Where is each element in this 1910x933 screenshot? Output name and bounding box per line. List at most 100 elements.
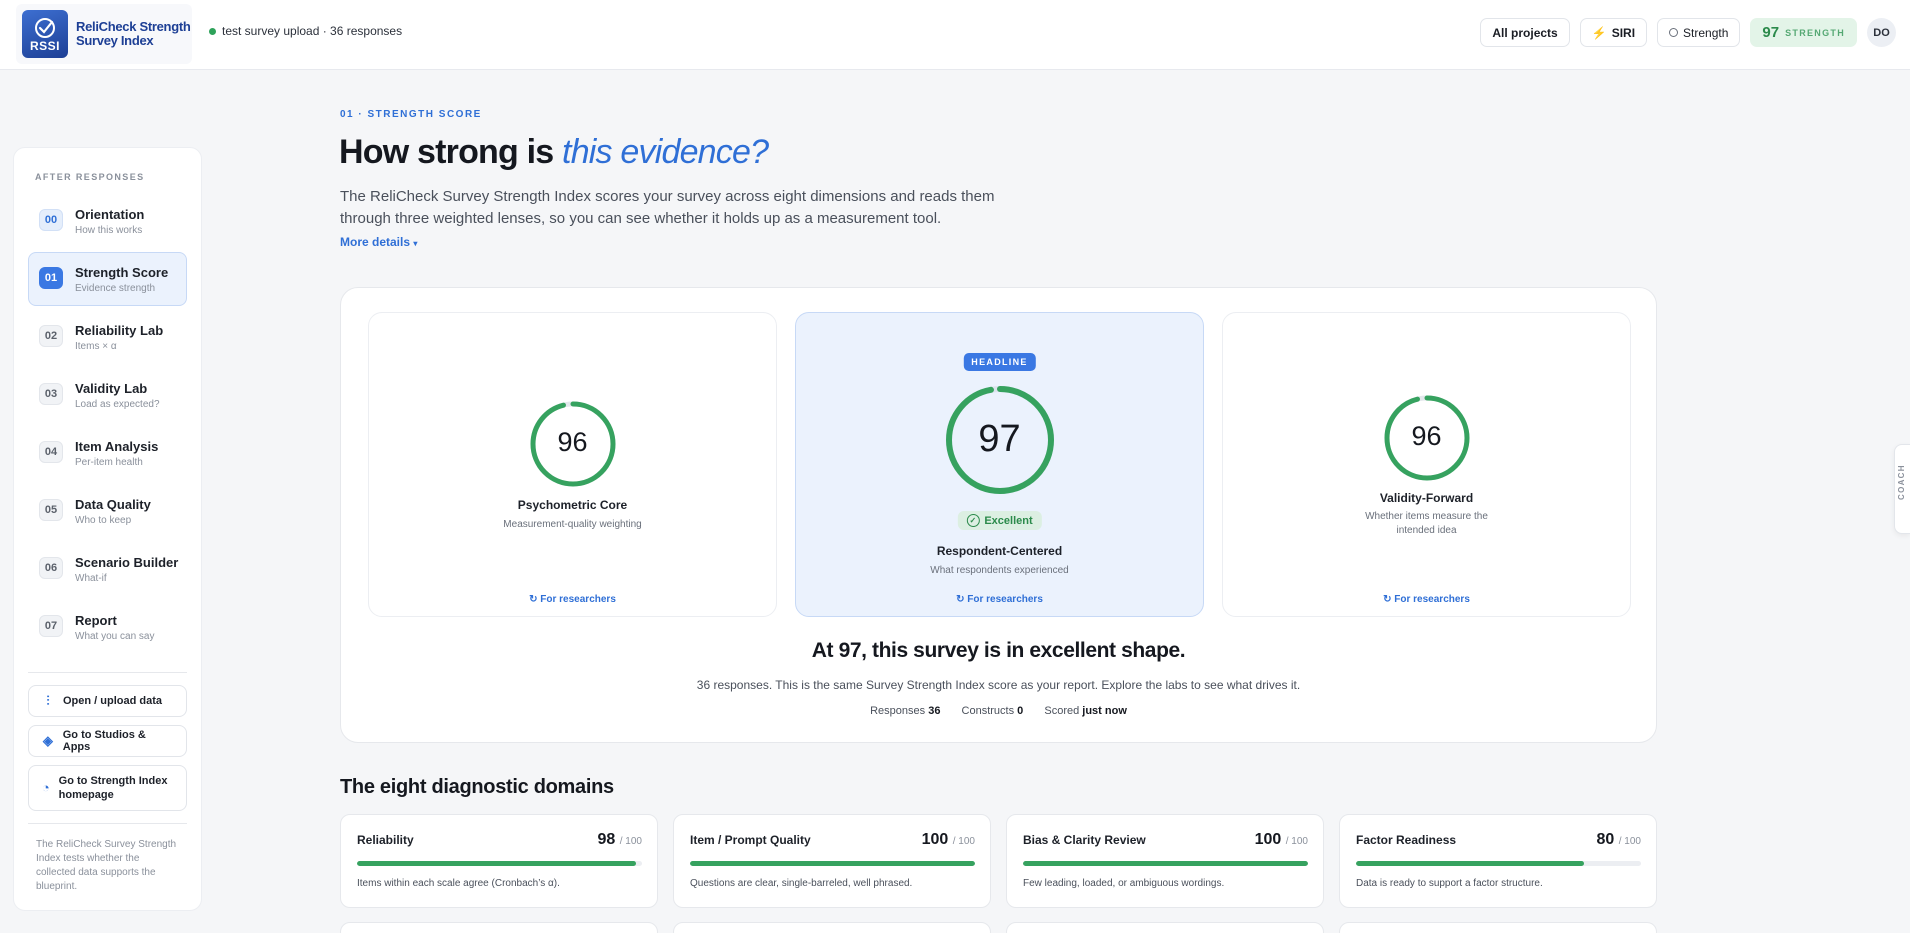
more-details-link[interactable]: More details ▾ [340,235,417,249]
sidebar-item-sub: What you can say [75,631,155,642]
verdict-title: At 97, this survey is in excellent shape… [811,639,1186,662]
sidebar-item-orientation[interactable]: 00 Orientation How this works [28,194,187,248]
step-number: 05 [39,499,63,521]
domain-card-next-row [340,922,658,933]
lens-card-respondent[interactable]: HEADLINE 97 ✓ Excellent Respondent-Center… [795,312,1204,617]
for-researchers-link[interactable]: ↻ For researchers [1223,594,1630,605]
score-gauge: 96 [1383,394,1471,482]
sidebar-item-scenario-builder[interactable]: 06 Scenario Builder What-if [28,542,187,596]
lightning-icon: ⚡ [1591,25,1607,40]
sidebar-item-label: Strength Score [75,265,169,280]
sidebar-item-strength-score[interactable]: 01 Strength Score Evidence strength [28,252,187,306]
sidebar: AFTER RESPONSES 00 Orientation How this wo… [13,147,202,911]
all-projects-button[interactable]: All projects [1480,18,1570,47]
domain-card[interactable]: Factor Readiness 80 / 100 Data is ready to… [1339,814,1657,908]
lens-title: Validity-Forward [1379,491,1474,505]
sidebar-nav: 00 Orientation How this works 01 Strength Sc… [28,194,187,654]
circle-icon [1669,28,1679,37]
domain-progress-fill [1356,861,1584,866]
lens-card-psychometric[interactable]: 96 Psychometric Core Measurement-quality… [368,312,777,617]
studios-apps-button[interactable]: ◈ Go to Studios & Apps [28,725,187,757]
lens-card-validity[interactable]: 96 Validity-Forward Whether items measur… [1222,312,1631,617]
sidebar-item-validity-lab[interactable]: 03 Validity Lab Load as expected? [28,368,187,422]
sidebar-item-sub: Who to keep [75,515,132,526]
page-title: How strong is this evidence? [339,133,769,171]
lens-subtitle: What respondents experienced [930,565,1069,576]
stat-constructs: Constructs 0 [961,705,1024,717]
sidebar-divider [28,672,187,673]
step-number: 00 [39,209,63,231]
domain-score: 100 / 100 [1254,831,1308,848]
score-stats: Responses 36 Constructs 0 Scored just no… [341,705,1656,717]
gauge-check-icon [35,17,55,38]
step-number: 03 [39,383,63,405]
for-researchers-link[interactable]: ↻ For researchers [369,594,776,605]
domain-card-next-row [673,922,991,933]
score-gauge: 96 [529,400,617,488]
gauge-icon: ◔ [41,780,50,795]
lens-title: Psychometric Core [517,498,628,512]
step-number: 01 [39,267,63,289]
layers-icon: ◈ [42,733,53,748]
strength-score-badge[interactable]: 97 STRENGTH [1750,18,1857,47]
verdict-subtitle: 36 responses. This is the same Survey St… [696,678,1301,692]
domain-card[interactable]: Item / Prompt Quality 100 / 100 Questions … [673,814,991,908]
sidebar-item-label: Orientation [75,207,145,222]
siri-button[interactable]: ⚡ SIRI [1579,18,1648,47]
sidebar-item-reliability-lab[interactable]: 02 Reliability Lab Items × α [28,310,187,364]
brand[interactable]: RSSI ReliCheck Strength Survey Index [16,4,192,64]
score-value: 97 [978,418,1021,460]
rating-badge: ✓ Excellent [957,511,1042,530]
section-eyebrow: 01 · STRENGTH SCORE [340,109,482,120]
sidebar-item-sub: Load as expected? [75,399,160,410]
score-gauge: 97 [944,384,1056,496]
score-value: 96 [557,427,588,457]
stat-responses: Responses 36 [870,705,941,717]
step-number: 04 [39,441,63,463]
domain-card[interactable]: Reliability 98 / 100 Items within each sca… [340,814,658,908]
domain-progress-bar [357,861,642,866]
step-number: 07 [39,615,63,637]
for-researchers-link[interactable]: ↻ For researchers [796,594,1203,605]
domain-progress-fill [690,861,975,866]
sidebar-item-item-analysis[interactable]: 04 Item Analysis Per-item health [28,426,187,480]
domain-name: Reliability [357,833,414,847]
lens-subtitle: Measurement-quality weighting [503,519,642,530]
coach-tab[interactable]: COACH [1894,444,1910,534]
open-upload-data-button[interactable]: ⫶ Open / upload data [28,685,187,717]
refresh-icon: ↻ [956,594,965,605]
sidebar-item-report[interactable]: 07 Report What you can say [28,600,187,654]
sidebar-item-label: Scenario Builder [75,555,179,570]
sidebar-item-sub: Evidence strength [75,283,156,294]
sidebar-item-sub: How this works [75,225,143,236]
strength-button[interactable]: Strength [1657,18,1741,47]
domain-name: Bias & Clarity Review [1023,833,1146,847]
check-circle-icon: ✓ [966,514,980,527]
step-number: 02 [39,325,63,347]
strength-homepage-button[interactable]: ◔ Go to Strength Index homepage [28,765,187,811]
refresh-icon: ↻ [1383,594,1392,605]
domain-description: Questions are clear, single-barreled, we… [690,878,913,889]
domain-name: Factor Readiness [1356,833,1457,847]
lens-subtitle: Whether items measure the intended idea [1365,511,1488,536]
domain-card-next-row [1006,922,1324,933]
domain-progress-bar [1023,861,1308,866]
stat-scored: Scored just now [1044,705,1127,717]
status-dot-icon [209,27,216,35]
avatar[interactable]: DO [1867,18,1896,47]
sidebar-item-label: Reliability Lab [75,323,164,338]
domain-name: Item / Prompt Quality [690,833,811,847]
domain-card[interactable]: Bias & Clarity Review 100 / 100 Few leadin… [1006,814,1324,908]
domain-description: Data is ready to support a factor struct… [1356,878,1543,889]
top-bar: RSSI ReliCheck Strength Survey Index tes… [0,0,1910,70]
sidebar-item-label: Data Quality [75,497,151,512]
domain-score: 80 / 100 [1596,831,1642,848]
sidebar-note: The ReliCheck Survey Strength Index test… [28,823,187,894]
sidebar-item-sub: What-if [75,573,107,584]
score-value: 96 [1411,421,1442,451]
sidebar-item-data-quality[interactable]: 05 Data Quality Who to keep [28,484,187,538]
chevron-down-icon: ▾ [413,239,418,248]
domain-progress-fill [357,861,637,866]
sidebar-item-sub: Items × α [75,341,117,352]
domain-description: Items within each scale agree (Cronbach’… [357,878,560,889]
